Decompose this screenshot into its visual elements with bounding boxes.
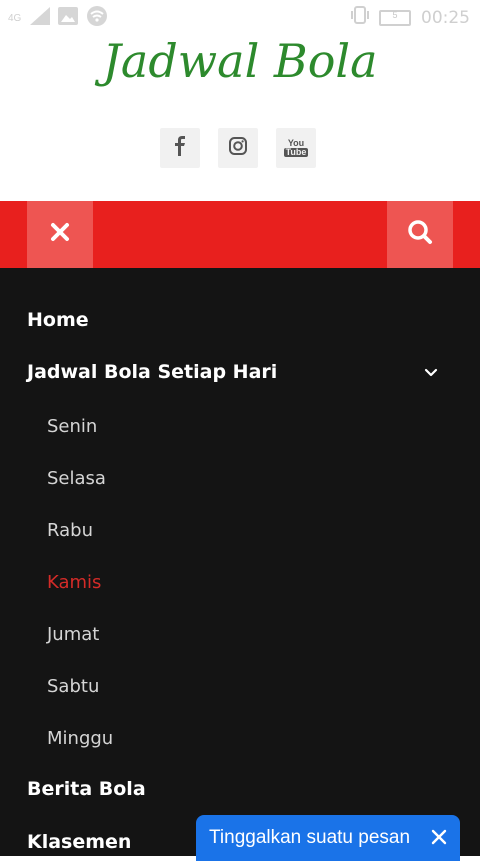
status-bar-right: 5 00:25 — [351, 6, 470, 29]
social-links: You Tube — [160, 128, 316, 168]
site-logo[interactable]: Jadwal Bola — [0, 32, 480, 90]
submenu-item-rabu[interactable]: Rabu — [47, 520, 93, 541]
site-header: Jadwal Bola You Tube — [0, 32, 480, 200]
signal-icon — [30, 7, 50, 30]
submenu-item-kamis[interactable]: Kamis — [47, 572, 101, 593]
search-button[interactable] — [387, 201, 453, 268]
submenu-item-senin[interactable]: Senin — [47, 416, 97, 437]
youtube-icon: You Tube — [283, 139, 309, 157]
menu-item-jadwal-bola[interactable]: Jadwal Bola Setiap Hari — [27, 361, 277, 383]
close-icon[interactable] — [430, 828, 448, 852]
battery-level: 5 — [392, 9, 398, 20]
menu-item-home[interactable]: Home — [27, 309, 89, 331]
instagram-icon — [229, 136, 247, 160]
nav-menu: Home Jadwal Bola Setiap Hari Senin Selas… — [0, 268, 480, 856]
menu-toolbar — [0, 201, 480, 268]
battery-icon: 5 — [379, 9, 411, 26]
image-icon — [58, 7, 78, 30]
status-bar-left: 4G — [8, 6, 108, 31]
wifi-icon — [86, 6, 108, 31]
status-bar: 4G 5 00:25 — [0, 0, 480, 32]
sim-label: 4G — [8, 12, 22, 24]
close-icon — [50, 222, 70, 247]
facebook-button[interactable] — [160, 128, 200, 168]
submenu-item-sabtu[interactable]: Sabtu — [47, 676, 99, 697]
close-menu-button[interactable] — [27, 201, 93, 268]
vibrate-icon — [351, 6, 369, 29]
submenu-item-minggu[interactable]: Minggu — [47, 728, 113, 749]
chat-label: Tinggalkan suatu pesan — [209, 827, 411, 848]
menu-item-klasemen[interactable]: Klasemen — [27, 831, 131, 853]
youtube-button[interactable]: You Tube — [276, 128, 316, 168]
chevron-down-icon[interactable] — [423, 366, 439, 384]
facebook-icon — [174, 135, 186, 161]
youtube-text-bottom: Tube — [283, 147, 309, 157]
menu-item-berita-bola[interactable]: Berita Bola — [27, 778, 146, 800]
submenu-item-selasa[interactable]: Selasa — [47, 468, 106, 489]
search-icon — [407, 219, 433, 250]
submenu-item-jumat[interactable]: Jumat — [47, 624, 99, 645]
clock: 00:25 — [421, 7, 470, 28]
instagram-button[interactable] — [218, 128, 258, 168]
chat-widget[interactable]: Tinggalkan suatu pesan — [196, 815, 460, 861]
